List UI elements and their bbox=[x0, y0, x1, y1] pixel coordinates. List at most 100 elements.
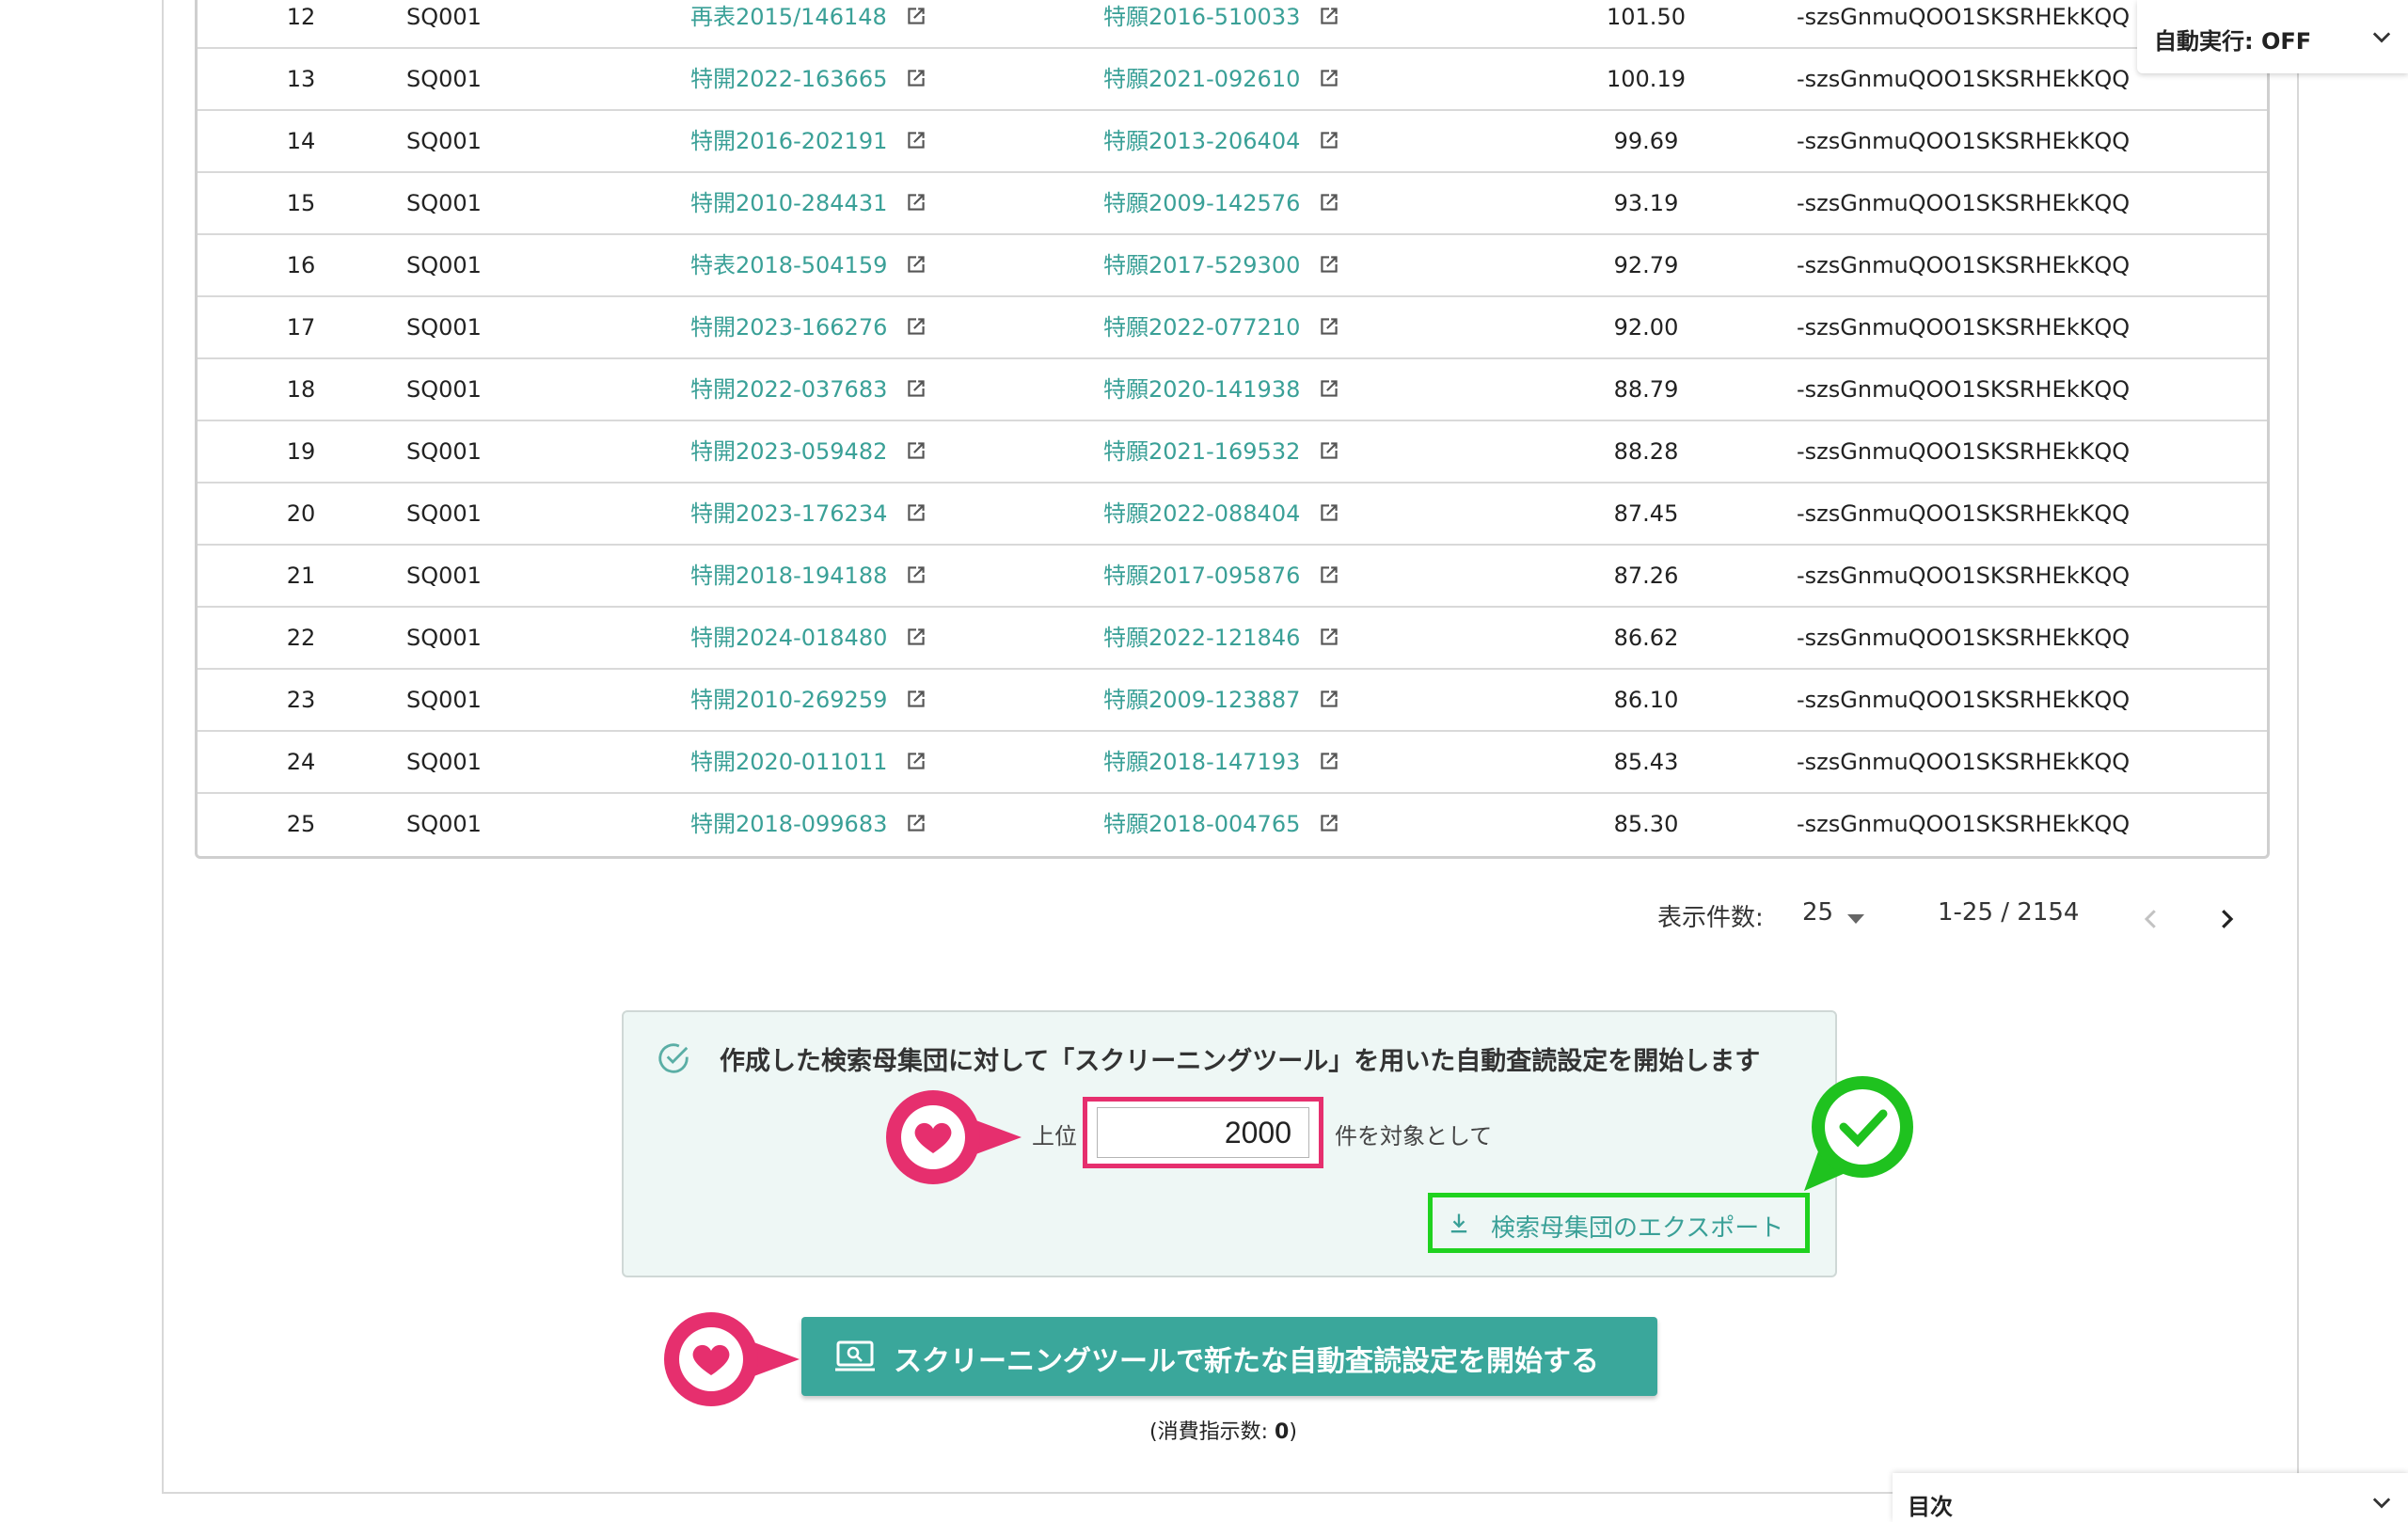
screen-search-icon bbox=[835, 1340, 875, 1371]
auto-run-label: 自動実行: OFF bbox=[2154, 28, 2312, 55]
application-link[interactable]: 特願2009-142576 bbox=[1103, 173, 1341, 233]
application-link[interactable]: 特願2018-147193 bbox=[1103, 732, 1341, 792]
table-row: 21 SQ001 特開2018-194188 特願2017-095876 87.… bbox=[198, 546, 2267, 608]
publication-link[interactable]: 特開2024-018480 bbox=[690, 608, 928, 668]
external-link-icon[interactable] bbox=[904, 563, 928, 587]
application-link[interactable]: 特願2022-121846 bbox=[1103, 608, 1341, 668]
check-circle-icon bbox=[658, 1043, 689, 1073]
publication-link[interactable]: 特開2022-163665 bbox=[690, 49, 928, 109]
row-number: 16 bbox=[286, 252, 316, 278]
row-query-id: -szsGnmuQOO1SKSRHEkKQQ bbox=[1797, 687, 2131, 713]
external-link-icon[interactable] bbox=[904, 314, 928, 339]
external-link-icon[interactable] bbox=[904, 625, 928, 649]
external-link-icon[interactable] bbox=[904, 4, 928, 28]
row-sq-id: SQ001 bbox=[406, 438, 482, 465]
publication-link[interactable]: 特表2018-504159 bbox=[690, 235, 928, 295]
external-link-icon[interactable] bbox=[904, 128, 928, 152]
publication-link[interactable]: 特開2023-059482 bbox=[690, 421, 928, 482]
target-count-input[interactable] bbox=[1097, 1107, 1309, 1158]
top-label: 上位 bbox=[1032, 1123, 1077, 1149]
application-link[interactable]: 特願2017-529300 bbox=[1103, 235, 1341, 295]
external-link-icon[interactable] bbox=[904, 687, 928, 711]
application-link[interactable]: 特願2017-095876 bbox=[1103, 546, 1341, 606]
row-score: 85.30 bbox=[1613, 811, 1679, 837]
chevron-left-icon[interactable] bbox=[2137, 905, 2165, 933]
external-link-icon[interactable] bbox=[1317, 625, 1341, 649]
application-link[interactable]: 特願2021-169532 bbox=[1103, 421, 1341, 482]
per-page-label: 表示件数: bbox=[1657, 904, 1764, 932]
download-icon bbox=[1450, 1213, 1467, 1233]
external-link-icon[interactable] bbox=[1317, 4, 1341, 28]
row-query-id: -szsGnmuQOO1SKSRHEkKQQ bbox=[1797, 625, 2131, 651]
external-link-icon[interactable] bbox=[1317, 252, 1341, 277]
external-link-icon[interactable] bbox=[904, 749, 928, 773]
row-number: 20 bbox=[286, 500, 316, 527]
external-link-icon[interactable] bbox=[904, 252, 928, 277]
publication-link[interactable]: 特開2023-166276 bbox=[690, 297, 928, 357]
row-sq-id: SQ001 bbox=[406, 314, 482, 341]
application-link[interactable]: 特願2021-092610 bbox=[1103, 49, 1341, 109]
external-link-icon[interactable] bbox=[1317, 438, 1341, 463]
external-link-icon[interactable] bbox=[1317, 314, 1341, 339]
row-number: 23 bbox=[286, 687, 316, 713]
export-population-button[interactable]: 検索母集団のエクスポート bbox=[1428, 1193, 1810, 1253]
publication-link[interactable]: 特開2016-202191 bbox=[690, 111, 928, 171]
start-screening-button[interactable]: スクリーニングツールで新たな自動査読設定を開始する bbox=[801, 1317, 1657, 1396]
row-score: 88.28 bbox=[1613, 438, 1679, 465]
caret-down-icon[interactable] bbox=[1846, 912, 1866, 926]
application-link[interactable]: 特願2022-077210 bbox=[1103, 297, 1341, 357]
row-query-id: -szsGnmuQOO1SKSRHEkKQQ bbox=[1797, 563, 2131, 589]
table-row: 25 SQ001 特開2018-099683 特願2018-004765 85.… bbox=[198, 794, 2267, 856]
external-link-icon[interactable] bbox=[904, 811, 928, 835]
external-link-icon[interactable] bbox=[1317, 500, 1341, 525]
auto-run-dropdown[interactable]: 自動実行: OFF bbox=[2137, 0, 2408, 73]
application-link[interactable]: 特願2009-123887 bbox=[1103, 670, 1341, 730]
table-row: 16 SQ001 特表2018-504159 特願2017-529300 92.… bbox=[198, 235, 2267, 297]
application-link[interactable]: 特願2013-206404 bbox=[1103, 111, 1341, 171]
publication-link[interactable]: 再表2015/146148 bbox=[690, 0, 928, 47]
row-number: 21 bbox=[286, 563, 316, 589]
external-link-icon[interactable] bbox=[1317, 376, 1341, 401]
application-link[interactable]: 特願2018-004765 bbox=[1103, 794, 1341, 854]
row-query-id: -szsGnmuQOO1SKSRHEkKQQ bbox=[1797, 500, 2131, 527]
external-link-icon[interactable] bbox=[904, 190, 928, 214]
per-page-select[interactable]: 25 bbox=[1802, 898, 1833, 927]
heart-pin-icon bbox=[664, 1312, 800, 1406]
publication-link[interactable]: 特開2018-099683 bbox=[690, 794, 928, 854]
external-link-icon[interactable] bbox=[1317, 563, 1341, 587]
external-link-icon[interactable] bbox=[904, 66, 928, 90]
external-link-icon[interactable] bbox=[904, 500, 928, 525]
external-link-icon[interactable] bbox=[904, 438, 928, 463]
publication-link[interactable]: 特開2010-269259 bbox=[690, 670, 928, 730]
application-link[interactable]: 特願2022-088404 bbox=[1103, 484, 1341, 544]
external-link-icon[interactable] bbox=[1317, 190, 1341, 214]
screening-settings-panel: 作成した検索母集団に対して「スクリーニングツール」を用いた自動査読設定を開始しま… bbox=[622, 1010, 1837, 1277]
external-link-icon[interactable] bbox=[1317, 66, 1341, 90]
row-query-id: -szsGnmuQOO1SKSRHEkKQQ bbox=[1797, 128, 2131, 154]
row-score: 93.19 bbox=[1613, 190, 1679, 216]
external-link-icon[interactable] bbox=[1317, 749, 1341, 773]
external-link-icon[interactable] bbox=[1317, 687, 1341, 711]
table-row: 17 SQ001 特開2023-166276 特願2022-077210 92.… bbox=[198, 297, 2267, 359]
publication-link[interactable]: 特開2018-194188 bbox=[690, 546, 928, 606]
application-link[interactable]: 特願2016-510033 bbox=[1103, 0, 1341, 47]
row-number: 18 bbox=[286, 376, 316, 403]
chevron-down-icon bbox=[2372, 32, 2391, 43]
chevron-right-icon[interactable] bbox=[2212, 905, 2241, 933]
row-sq-id: SQ001 bbox=[406, 66, 482, 92]
publication-link[interactable]: 特開2010-284431 bbox=[690, 173, 928, 233]
heart-pin-icon bbox=[886, 1090, 1022, 1184]
row-query-id: -szsGnmuQOO1SKSRHEkKQQ bbox=[1797, 314, 2131, 341]
external-link-icon[interactable] bbox=[904, 376, 928, 401]
external-link-icon[interactable] bbox=[1317, 811, 1341, 835]
application-link[interactable]: 特願2020-141938 bbox=[1103, 359, 1341, 420]
publication-link[interactable]: 特開2023-176234 bbox=[690, 484, 928, 544]
external-link-icon[interactable] bbox=[1317, 128, 1341, 152]
table-row: 20 SQ001 特開2023-176234 特願2022-088404 87.… bbox=[198, 484, 2267, 546]
row-score: 86.62 bbox=[1613, 625, 1679, 651]
publication-link[interactable]: 特開2020-011011 bbox=[690, 732, 928, 792]
toc-dropdown[interactable]: 目次 bbox=[1893, 1473, 2408, 1522]
row-sq-id: SQ001 bbox=[406, 190, 482, 216]
publication-link[interactable]: 特開2022-037683 bbox=[690, 359, 928, 420]
row-query-id: -szsGnmuQOO1SKSRHEkKQQ bbox=[1797, 66, 2131, 92]
